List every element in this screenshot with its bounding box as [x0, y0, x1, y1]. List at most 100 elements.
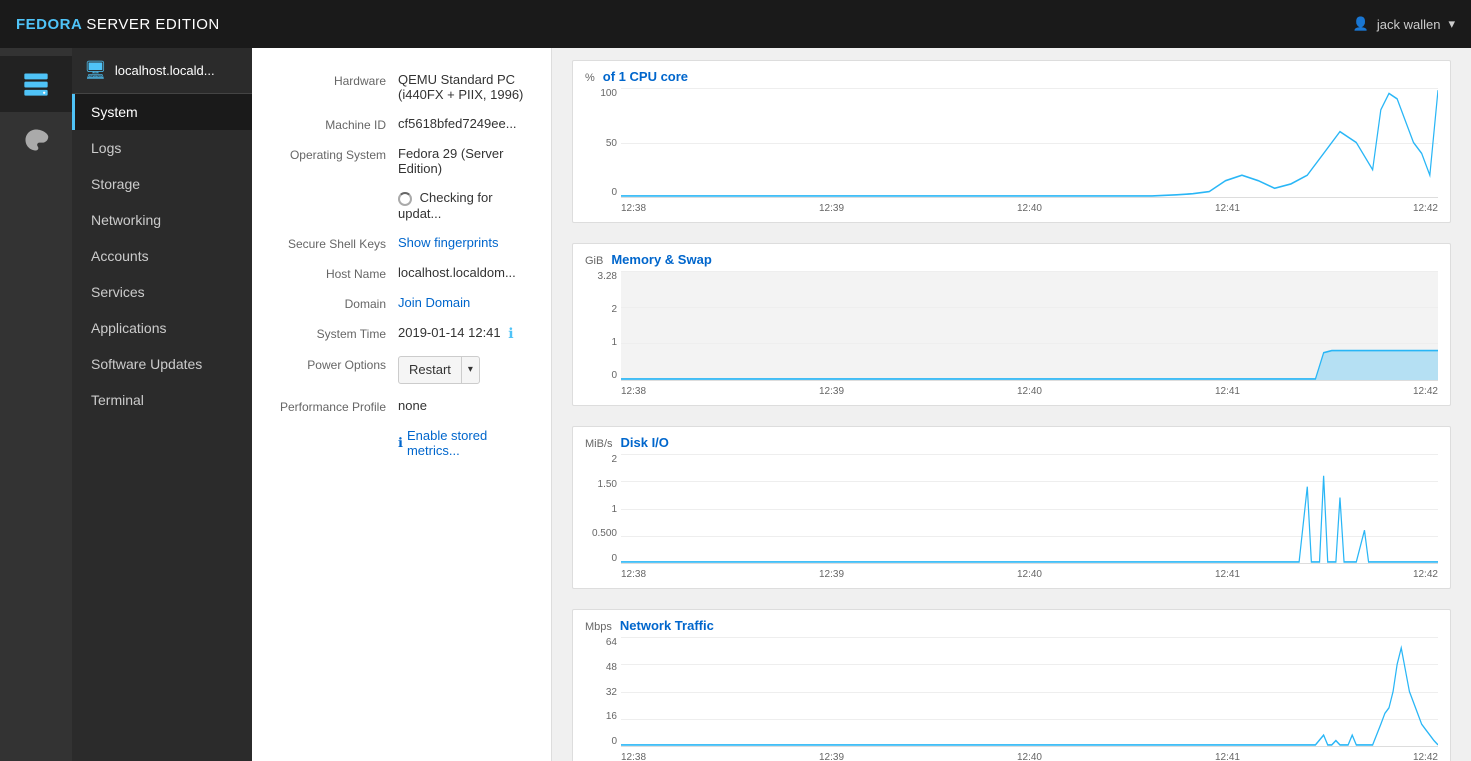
memory-unit: GiB — [585, 255, 603, 267]
info-row-domain: Domain Join Domain — [268, 295, 535, 311]
value-os: Fedora 29 (Server Edition) — [398, 146, 535, 176]
disk-title: Disk I/O — [621, 435, 669, 450]
network-x-axis: 12:38 12:39 12:40 12:41 12:42 — [621, 747, 1438, 761]
memory-title: Memory & Swap — [611, 252, 711, 267]
network-unit: Mbps — [585, 621, 612, 633]
icon-sidebar-palette[interactable] — [0, 112, 72, 168]
label-domain: Domain — [268, 295, 398, 311]
info-row-machine-id: Machine ID cf5618bfed7249ee... — [268, 116, 535, 132]
cpu-x-axis: 12:38 12:39 12:40 12:41 12:42 — [621, 198, 1438, 218]
user-icon: 👤 — [1353, 16, 1369, 32]
username-label: jack wallen — [1377, 17, 1441, 32]
disk-chart-header: MiB/s Disk I/O — [585, 435, 1438, 450]
restart-dropdown-arrow[interactable]: ▾ — [462, 357, 479, 383]
info-row-updates: Checking for updat... — [268, 190, 535, 221]
disk-chart-body — [621, 454, 1438, 564]
value-perf: none — [398, 398, 535, 413]
disk-unit: MiB/s — [585, 438, 613, 450]
network-title: Network Traffic — [620, 618, 714, 633]
enable-metrics-link[interactable]: ℹ Enable stored metrics... — [398, 428, 535, 458]
network-chart-header: Mbps Network Traffic — [585, 618, 1438, 633]
memory-chart-svg — [621, 271, 1438, 380]
cpu-chart-body — [621, 88, 1438, 198]
value-hardware: QEMU Standard PC (i440FX + PIIX, 1996) — [398, 72, 535, 102]
info-row-perf: Performance Profile none — [268, 398, 535, 414]
cpu-unit: % — [585, 72, 595, 84]
disk-chart-svg — [621, 454, 1438, 563]
system-info-panel: Hardware QEMU Standard PC (i440FX + PIIX… — [252, 48, 552, 761]
label-perf: Performance Profile — [268, 398, 398, 414]
user-dropdown-arrow: ▾ — [1448, 16, 1455, 32]
nav-item-logs[interactable]: Logs — [72, 130, 252, 166]
info-row-hostname: Host Name localhost.localdom... — [268, 265, 535, 281]
network-chart-area: 64 48 32 16 0 — [585, 637, 1438, 761]
restart-button[interactable]: Restart ▾ — [398, 356, 480, 384]
cpu-y-axis: 100 50 0 — [585, 88, 621, 198]
brand-rest: SERVER EDITION — [86, 16, 219, 33]
label-hardware: Hardware — [268, 72, 398, 88]
info-row-ssh: Secure Shell Keys Show fingerprints — [268, 235, 535, 251]
cpu-chart-section: % of 1 CPU core 100 50 0 — [572, 60, 1451, 223]
memory-x-axis: 12:38 12:39 12:40 12:41 12:42 — [621, 381, 1438, 401]
restart-label[interactable]: Restart — [399, 357, 462, 383]
topbar: FEDORA SERVER EDITION 👤 jack wallen ▾ — [0, 0, 1471, 48]
cpu-chart-header: % of 1 CPU core — [585, 69, 1438, 84]
network-chart-svg — [621, 637, 1438, 746]
value-ssh[interactable]: Show fingerprints — [398, 235, 535, 250]
nav-sidebar: 🖥 localhost.locald... System Logs Storag… — [72, 48, 252, 761]
disk-chart-area: 2 1.50 1 0.500 0 — [585, 454, 1438, 584]
nav-item-applications[interactable]: Applications — [72, 310, 252, 346]
enable-metrics-label[interactable]: Enable stored metrics... — [407, 428, 535, 458]
brand-fedora: FEDORA — [16, 16, 82, 33]
value-domain[interactable]: Join Domain — [398, 295, 535, 310]
show-fingerprints-link[interactable]: Show fingerprints — [398, 235, 498, 250]
memory-chart-body — [621, 271, 1438, 381]
network-chart-section: Mbps Network Traffic 64 48 32 16 0 — [572, 609, 1451, 761]
label-hostname: Host Name — [268, 265, 398, 281]
nav-item-networking[interactable]: Networking — [72, 202, 252, 238]
nav-item-terminal[interactable]: Terminal — [72, 382, 252, 418]
charts-panel: % of 1 CPU core 100 50 0 — [552, 48, 1471, 761]
network-y-axis: 64 48 32 16 0 — [585, 637, 621, 747]
nav-item-storage[interactable]: Storage — [72, 166, 252, 202]
nav-item-software-updates[interactable]: Software Updates — [72, 346, 252, 382]
cpu-chart-area: 100 50 0 12:38 — [585, 88, 1438, 218]
spinner-icon — [398, 192, 412, 206]
user-menu[interactable]: 👤 jack wallen ▾ — [1353, 16, 1455, 32]
brand: FEDORA SERVER EDITION — [16, 16, 220, 33]
info-row-os: Operating System Fedora 29 (Server Editi… — [268, 146, 535, 176]
server-header[interactable]: 🖥 localhost.locald... — [72, 48, 252, 94]
cpu-chart-svg — [621, 88, 1438, 197]
info-row-metrics: ℹ Enable stored metrics... — [268, 428, 535, 458]
join-domain-link[interactable]: Join Domain — [398, 295, 470, 310]
label-os: Operating System — [268, 146, 398, 162]
server-name-label: localhost.locald... — [115, 63, 215, 78]
server-header-icon: 🖥 — [84, 60, 107, 81]
label-power: Power Options — [268, 356, 398, 372]
disk-x-axis: 12:38 12:39 12:40 12:41 12:42 — [621, 564, 1438, 584]
value-power: Restart ▾ — [398, 356, 535, 384]
memory-chart-section: GiB Memory & Swap 3.28 2 1 0 — [572, 243, 1451, 406]
label-time: System Time — [268, 325, 398, 341]
main-layout: 🖥 localhost.locald... System Logs Storag… — [0, 48, 1471, 761]
value-machine-id: cf5618bfed7249ee... — [398, 116, 535, 131]
nav-item-system[interactable]: System — [72, 94, 252, 130]
disk-y-axis: 2 1.50 1 0.500 0 — [585, 454, 621, 564]
nav-item-services[interactable]: Services — [72, 274, 252, 310]
time-info-icon[interactable]: ℹ — [508, 325, 513, 341]
cpu-title: of 1 CPU core — [603, 69, 688, 84]
label-updates — [268, 190, 398, 192]
info-row-power: Power Options Restart ▾ — [268, 356, 535, 384]
info-row-hardware: Hardware QEMU Standard PC (i440FX + PIIX… — [268, 72, 535, 102]
nav-item-accounts[interactable]: Accounts — [72, 238, 252, 274]
memory-chart-area: 3.28 2 1 0 — [585, 271, 1438, 401]
info-row-time: System Time 2019-01-14 12:41 ℹ — [268, 325, 535, 342]
icon-sidebar-server[interactable] — [0, 56, 72, 112]
label-machine-id: Machine ID — [268, 116, 398, 132]
label-metrics — [268, 428, 398, 430]
value-time: 2019-01-14 12:41 ℹ — [398, 325, 535, 342]
icon-sidebar — [0, 48, 72, 761]
memory-chart-header: GiB Memory & Swap — [585, 252, 1438, 267]
label-ssh: Secure Shell Keys — [268, 235, 398, 251]
content-area: Hardware QEMU Standard PC (i440FX + PIIX… — [252, 48, 1471, 761]
